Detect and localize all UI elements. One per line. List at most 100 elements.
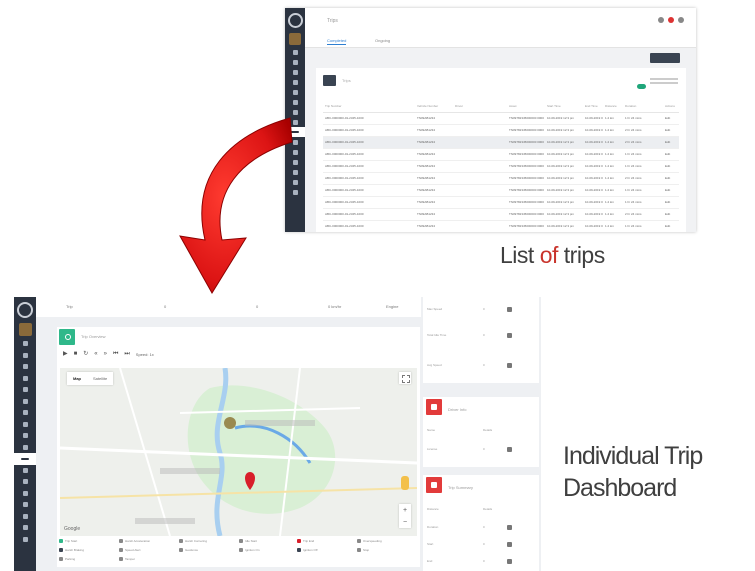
street-view-icon[interactable] (401, 476, 409, 490)
avatar[interactable] (18, 323, 32, 336)
map-watermark: Google (64, 526, 81, 532)
replay-icon[interactable]: ↻ (83, 351, 88, 357)
fast-forward-icon[interactable]: » (104, 351, 107, 357)
stat-value: 0 (256, 304, 259, 309)
card-title: Trip Overview (81, 334, 106, 339)
info-row: Name Details (427, 428, 493, 432)
nav-menu-icon[interactable] (14, 350, 36, 362)
legend-swatch-icon (59, 548, 63, 552)
legend-swatch-icon (119, 548, 123, 552)
trip-details-column: Max Speed 0 Total Idle Time 0 Avg Speed 0 D… (421, 297, 541, 571)
stat-engine: Engine (386, 304, 399, 309)
trip-playback-card: Trip Overview ▶ ■ ↻ « » ⏮ ⏭ Speed: 1x Ma… (57, 327, 420, 567)
section-title: Driver Info (448, 407, 467, 412)
nav-geofence-icon[interactable] (14, 488, 36, 500)
stat-value: 0 (164, 304, 167, 309)
nav-drivers-icon[interactable] (14, 373, 36, 385)
trip-dashboard-screenshot: Trip 0 0 0 km/hr Engine Trip Overview ▶ … (14, 297, 541, 571)
playback-controls: ▶ ■ ↻ « » ⏮ ⏭ Speed: 1x (63, 351, 154, 357)
info-row: License 0 (427, 447, 535, 452)
fullscreen-icon[interactable] (399, 372, 411, 384)
legend-item: Speed Alert (119, 548, 141, 552)
legend-item: Parking (59, 557, 75, 561)
legend-swatch-icon (59, 539, 63, 543)
stat-speed: 0 km/hr (328, 304, 342, 309)
legend-swatch-icon (59, 557, 63, 561)
nav-support-icon[interactable] (14, 522, 36, 534)
info-row: Distance Details (427, 507, 493, 511)
info-row: Start 0 (427, 542, 535, 547)
legend-swatch-icon (119, 539, 123, 543)
metric-row: Avg Speed 0 (427, 363, 535, 368)
nav-dashboard-icon[interactable] (14, 338, 36, 350)
nav-maintenance-icon[interactable] (14, 465, 36, 477)
nav-logout-icon[interactable] (14, 534, 36, 546)
legend-swatch-icon (179, 548, 183, 552)
stat-trip: Trip (66, 304, 73, 309)
legend-item: Ignition On (239, 548, 260, 552)
legend-item: Harsh Braking (59, 548, 84, 552)
info-icon[interactable] (507, 307, 512, 312)
section-title: Trip Summary (448, 485, 473, 490)
legend-swatch-icon (119, 557, 123, 561)
nav-vehicles-icon[interactable] (14, 361, 36, 373)
skip-back-icon[interactable]: ⏮ (113, 351, 118, 357)
dashboard-sidebar (14, 297, 36, 571)
metric-row: Max Speed 0 (427, 307, 535, 312)
legend-swatch-icon (357, 548, 361, 552)
legend-item: Stop (357, 548, 369, 552)
legend-swatch-icon (357, 539, 361, 543)
info-icon[interactable] (507, 447, 512, 452)
nav-settings-icon[interactable] (14, 476, 36, 488)
speed-selector[interactable]: Speed: 1x (136, 352, 154, 357)
nav-help-icon[interactable] (14, 499, 36, 511)
info-icon[interactable] (507, 542, 512, 547)
app-logo-icon[interactable] (17, 302, 33, 318)
legend-swatch-icon (297, 539, 301, 543)
map-type-tabs: Map Satellite (67, 372, 114, 385)
trip-icon (59, 329, 75, 345)
legend-item: Idle Start (239, 539, 257, 543)
nav-reports-icon[interactable] (14, 430, 36, 442)
nav-trips-icon[interactable] (14, 453, 36, 465)
nav-alerts-icon[interactable] (14, 396, 36, 408)
legend-item: Overspeeding (357, 539, 382, 543)
legend-item: Geofence (179, 548, 198, 552)
zoom-out-button[interactable]: − (403, 519, 407, 526)
map-tab-map[interactable]: Map (67, 372, 87, 385)
info-icon[interactable] (507, 525, 512, 530)
stop-icon[interactable]: ■ (74, 351, 78, 357)
play-icon[interactable]: ▶ (63, 351, 68, 357)
legend-swatch-icon (239, 539, 243, 543)
caption-individual-trip-dashboard: Individual Trip Dashboard (563, 442, 703, 502)
rewind-icon[interactable]: « (94, 351, 97, 357)
info-icon[interactable] (507, 363, 512, 368)
legend-item: Harsh Cornering (179, 539, 207, 543)
driver-icon (426, 399, 442, 415)
trip-map[interactable]: Map Satellite + − Google (60, 368, 417, 536)
summary-icon (426, 477, 442, 493)
info-row: End 0 (427, 559, 535, 564)
legend-item: Harsh Acceleration (119, 539, 150, 543)
zoom-control: + − (399, 504, 411, 528)
legend-swatch-icon (297, 548, 301, 552)
legend-item: Tamper (119, 557, 135, 561)
info-icon[interactable] (507, 559, 512, 564)
skip-forward-icon[interactable]: ⏭ (124, 351, 129, 357)
info-row: Duration 0 (427, 525, 535, 530)
info-icon[interactable] (507, 333, 512, 338)
nav-fuel-icon[interactable] (14, 442, 36, 454)
caption-list-of-trips: List of trips (500, 242, 605, 268)
nav-map-icon[interactable] (14, 384, 36, 396)
nav-billing-icon[interactable] (14, 511, 36, 523)
map-tiles (60, 368, 417, 536)
legend-swatch-icon (239, 548, 243, 552)
trip-stats-bar: Trip 0 0 0 km/hr Engine (36, 297, 421, 317)
nav-cloud-icon[interactable] (14, 407, 36, 419)
map-tab-satellite[interactable]: Satellite (87, 372, 113, 385)
zoom-in-button[interactable]: + (403, 507, 407, 514)
legend-item: Ignition Off (297, 548, 317, 552)
legend-item: Trip Start (59, 539, 77, 543)
nav-users-icon[interactable] (14, 419, 36, 431)
metric-row: Total Idle Time 0 (427, 333, 535, 338)
